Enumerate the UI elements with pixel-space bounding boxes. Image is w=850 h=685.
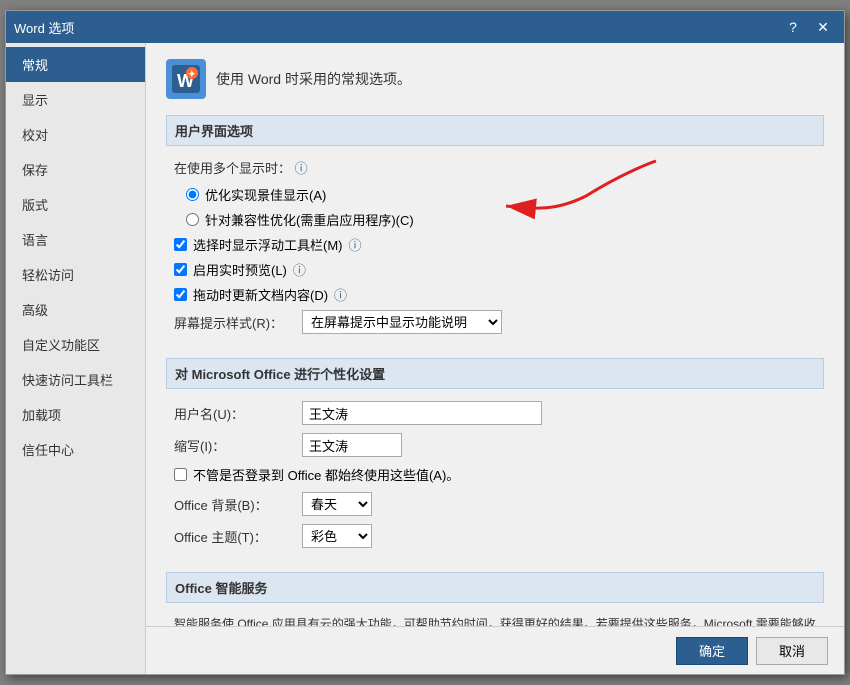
screentip-select[interactable]: 在屏幕提示中显示功能说明 不在屏幕提示中显示功能说明 不显示屏幕提示 [302, 310, 502, 334]
not-always-checkbox[interactable] [174, 468, 187, 481]
personalize-section-content: 用户名(U)： 缩写(I)： 不管是否登录到 Office 都始终使用这些值(A… [166, 401, 824, 572]
content-area: W ✦ 使用 Word 时采用的常规选项。 用户界面选项 在使用多个显示时： ⓘ [146, 43, 844, 674]
live-preview-info-icon: ⓘ [293, 260, 306, 279]
sidebar-item-language[interactable]: 语言 [6, 222, 145, 257]
not-always-label[interactable]: 不管是否登录到 Office 都始终使用这些值(A)。 [193, 465, 459, 484]
checkbox-live-preview-input[interactable] [174, 263, 187, 276]
not-always-row: 不管是否登录到 Office 都始终使用这些值(A)。 [174, 465, 816, 484]
word-icon: W ✦ [166, 59, 206, 99]
content-scroll: W ✦ 使用 Word 时采用的常规选项。 用户界面选项 在使用多个显示时： ⓘ [146, 43, 844, 626]
checkbox-update-on-drag-input[interactable] [174, 288, 187, 301]
sidebar-item-general[interactable]: 常规 [6, 47, 145, 82]
multi-display-label: 在使用多个显示时： ⓘ [174, 158, 816, 177]
ui-section-content: 在使用多个显示时： ⓘ 优化实现景佳显示(A) 针对兼容性优化(需重启应用程序)… [166, 158, 824, 358]
username-label: 用户名(U)： [174, 404, 294, 423]
sidebar-item-customize-ribbon[interactable]: 自定义功能区 [6, 327, 145, 362]
office-theme-row: Office 主题(T)： 彩色 深灰色 黑色 白色 [174, 524, 816, 548]
abbr-input[interactable] [302, 433, 402, 457]
checkbox-floating-toolbar-input[interactable] [174, 238, 187, 251]
sidebar-item-addins[interactable]: 加载项 [6, 397, 145, 432]
word-options-dialog: Word 选项 ? ✕ 常规 显示 校对 保存 版式 语言 轻松访问 高级 自定… [5, 10, 845, 675]
checkbox-floating-toolbar: 选择时显示浮动工具栏(M) ⓘ [174, 235, 816, 254]
intel-services-section-content: 智能服务使 Office 应用具有云的强大功能，可帮助节约时间，获得更好的结果。… [166, 615, 824, 626]
checkbox-floating-toolbar-label[interactable]: 选择时显示浮动工具栏(M) [193, 235, 343, 254]
radio-optimize-compat-label[interactable]: 针对兼容性优化(需重启应用程序)(C) [205, 210, 414, 229]
personalize-section-header: 对 Microsoft Office 进行个性化设置 [166, 358, 824, 389]
radio-optimize-compat-input[interactable] [186, 213, 199, 226]
cancel-button[interactable]: 取消 [756, 637, 828, 665]
floating-toolbar-info-icon: ⓘ [349, 235, 362, 254]
radio-optimize-best-input[interactable] [186, 188, 199, 201]
dialog-title: Word 选项 [14, 18, 74, 37]
office-bg-label: Office 背景(B)： [174, 495, 294, 514]
radio-optimize-best-label[interactable]: 优化实现景佳显示(A) [205, 185, 326, 204]
abbr-row: 缩写(I)： [174, 433, 816, 457]
username-row: 用户名(U)： [174, 401, 816, 425]
sidebar-item-advanced[interactable]: 高级 [6, 292, 145, 327]
checkbox-live-preview: 启用实时预览(L) ⓘ [174, 260, 816, 279]
checkbox-update-on-drag: 拖动时更新文档内容(D) ⓘ [174, 285, 816, 304]
sidebar: 常规 显示 校对 保存 版式 语言 轻松访问 高级 自定义功能区 快速访问工具栏… [6, 43, 146, 674]
screentip-label: 屏幕提示样式(R)： [174, 313, 294, 332]
sidebar-item-proofing[interactable]: 校对 [6, 117, 145, 152]
username-input[interactable] [302, 401, 542, 425]
intel-services-section-header: Office 智能服务 [166, 572, 824, 603]
abbr-label: 缩写(I)： [174, 436, 294, 455]
office-bg-row: Office 背景(B)： 春天 无背景 电路 云彩 树林 [174, 492, 816, 516]
confirm-button[interactable]: 确定 [676, 637, 748, 665]
sidebar-item-trust-center[interactable]: 信任中心 [6, 432, 145, 467]
office-theme-label: Office 主题(T)： [174, 527, 294, 546]
svg-text:✦: ✦ [188, 69, 196, 79]
sidebar-item-quick-access[interactable]: 快速访问工具栏 [6, 362, 145, 397]
sidebar-item-accessibility[interactable]: 轻松访问 [6, 257, 145, 292]
help-button[interactable]: ? [780, 17, 806, 37]
screentip-row: 屏幕提示样式(R)： 在屏幕提示中显示功能说明 不在屏幕提示中显示功能说明 不显… [174, 310, 816, 334]
radio-optimize-compat: 针对兼容性优化(需重启应用程序)(C) [186, 210, 816, 229]
update-drag-info-icon: ⓘ [334, 285, 347, 304]
title-bar-controls: ? ✕ [780, 17, 836, 37]
checkbox-live-preview-label[interactable]: 启用实时预览(L) [193, 260, 287, 279]
radio-optimize-best: 优化实现景佳显示(A) [186, 185, 816, 204]
multi-display-info-icon: ⓘ [295, 161, 308, 176]
sidebar-item-save[interactable]: 保存 [6, 152, 145, 187]
title-bar: Word 选项 ? ✕ [6, 11, 844, 43]
bottom-bar: 确定 取消 [146, 626, 844, 674]
sidebar-item-display[interactable]: 显示 [6, 82, 145, 117]
close-button[interactable]: ✕ [810, 17, 836, 37]
office-bg-select[interactable]: 春天 无背景 电路 云彩 树林 [302, 492, 372, 516]
dialog-body: 常规 显示 校对 保存 版式 语言 轻松访问 高级 自定义功能区 快速访问工具栏… [6, 43, 844, 674]
sidebar-item-layout[interactable]: 版式 [6, 187, 145, 222]
intel-services-description: 智能服务使 Office 应用具有云的强大功能，可帮助节约时间，获得更好的结果。… [174, 615, 816, 626]
office-theme-select[interactable]: 彩色 深灰色 黑色 白色 [302, 524, 372, 548]
section-header-row: W ✦ 使用 Word 时采用的常规选项。 [166, 59, 824, 99]
ui-section-header: 用户界面选项 [166, 115, 824, 146]
checkbox-update-on-drag-label[interactable]: 拖动时更新文档内容(D) [193, 285, 328, 304]
page-header-text: 使用 Word 时采用的常规选项。 [216, 69, 411, 89]
